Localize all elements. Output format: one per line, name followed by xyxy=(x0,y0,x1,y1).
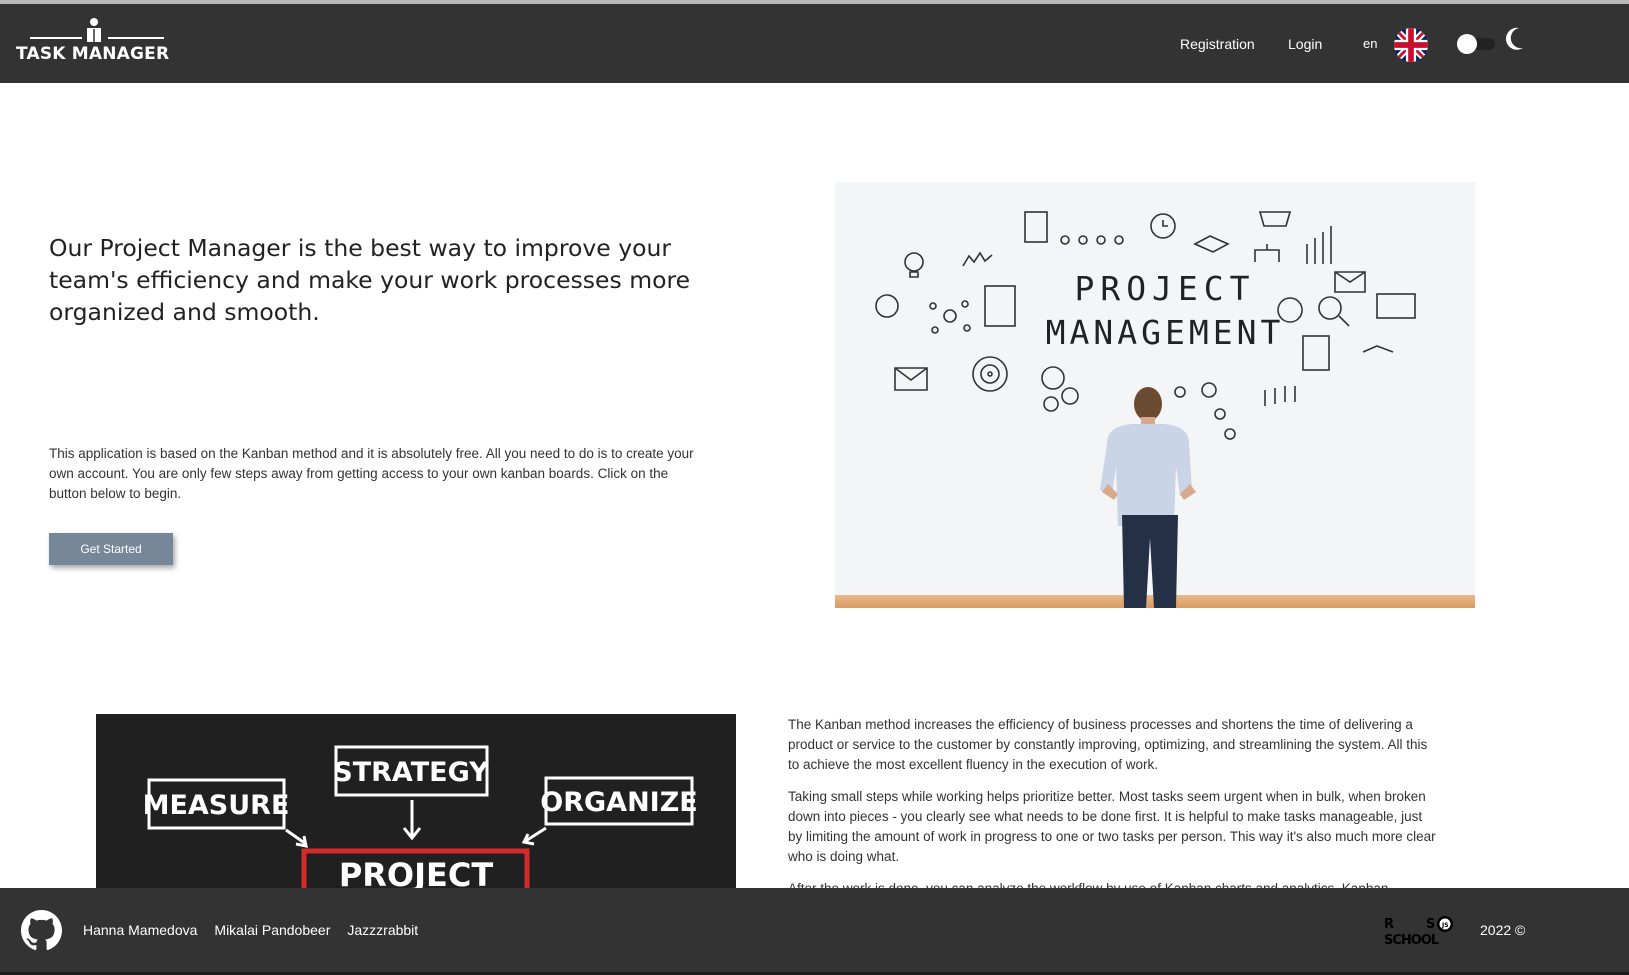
uk-flag-icon[interactable] xyxy=(1394,28,1428,62)
image-text-project: PROJECT xyxy=(1074,269,1255,308)
moon-icon[interactable] xyxy=(1505,26,1527,52)
language-label[interactable]: en xyxy=(1363,36,1377,51)
footer: Hanna Mamedova Mikalai Pandobeer Jazzzra… xyxy=(0,888,1629,972)
hero-title: Our Project Manager is the best way to i… xyxy=(49,234,691,326)
kanban-paragraph: The Kanban method increases the efficien… xyxy=(788,717,1428,772)
nav-registration-wrap: Registration xyxy=(1180,4,1255,83)
image-text-management: MANAGEMENT xyxy=(1046,313,1285,352)
svg-text:R: R xyxy=(1384,917,1394,932)
author-link[interactable]: Mikalai Pandobeer xyxy=(214,922,330,938)
author-link[interactable]: Jazzzrabbit xyxy=(347,922,418,938)
header: TASK MANAGER Registration Login en xyxy=(0,4,1629,83)
project-management-image: PROJECT MANAGEMENT xyxy=(835,182,1475,608)
kanban-description: The Kanban method increases the efficien… xyxy=(788,715,1438,911)
logo-text: TASK MANAGER xyxy=(16,44,170,64)
get-started-button[interactable]: Get Started xyxy=(49,533,173,565)
registration-link[interactable]: Registration xyxy=(1180,36,1255,52)
image-label-organize: ORGANIZE xyxy=(540,787,697,818)
logo[interactable]: TASK MANAGER xyxy=(16,18,176,68)
rs-school-logo[interactable]: R S SCHOOL JS xyxy=(1384,914,1466,948)
nav-login-wrap: Login xyxy=(1288,4,1322,83)
author-link[interactable]: Hanna Mamedova xyxy=(83,922,197,938)
logo-person-icon xyxy=(30,18,164,42)
svg-text:S: S xyxy=(1426,917,1435,932)
kanban-strategy-image: MEASURE STRATEGY ORGANIZE PROJECT xyxy=(96,714,736,889)
copyright: 2022 © xyxy=(1480,922,1526,938)
nav-lang-wrap: en xyxy=(1363,4,1377,83)
hero-description: This application is based on the Kanban … xyxy=(49,446,694,501)
svg-text:JS: JS xyxy=(1441,922,1449,929)
kanban-paragraph: Taking small steps while working helps p… xyxy=(788,789,1436,864)
login-link[interactable]: Login xyxy=(1288,36,1322,52)
svg-text:SCHOOL: SCHOOL xyxy=(1384,933,1439,948)
toggle-knob xyxy=(1457,34,1477,54)
authors: Hanna Mamedova Mikalai Pandobeer Jazzzra… xyxy=(83,888,418,972)
image-label-strategy: STRATEGY xyxy=(333,757,489,788)
theme-toggle[interactable] xyxy=(1457,34,1495,54)
image-label-measure: MEASURE xyxy=(143,790,290,821)
github-icon[interactable] xyxy=(21,910,62,951)
image-label-project: PROJECT xyxy=(339,856,494,889)
